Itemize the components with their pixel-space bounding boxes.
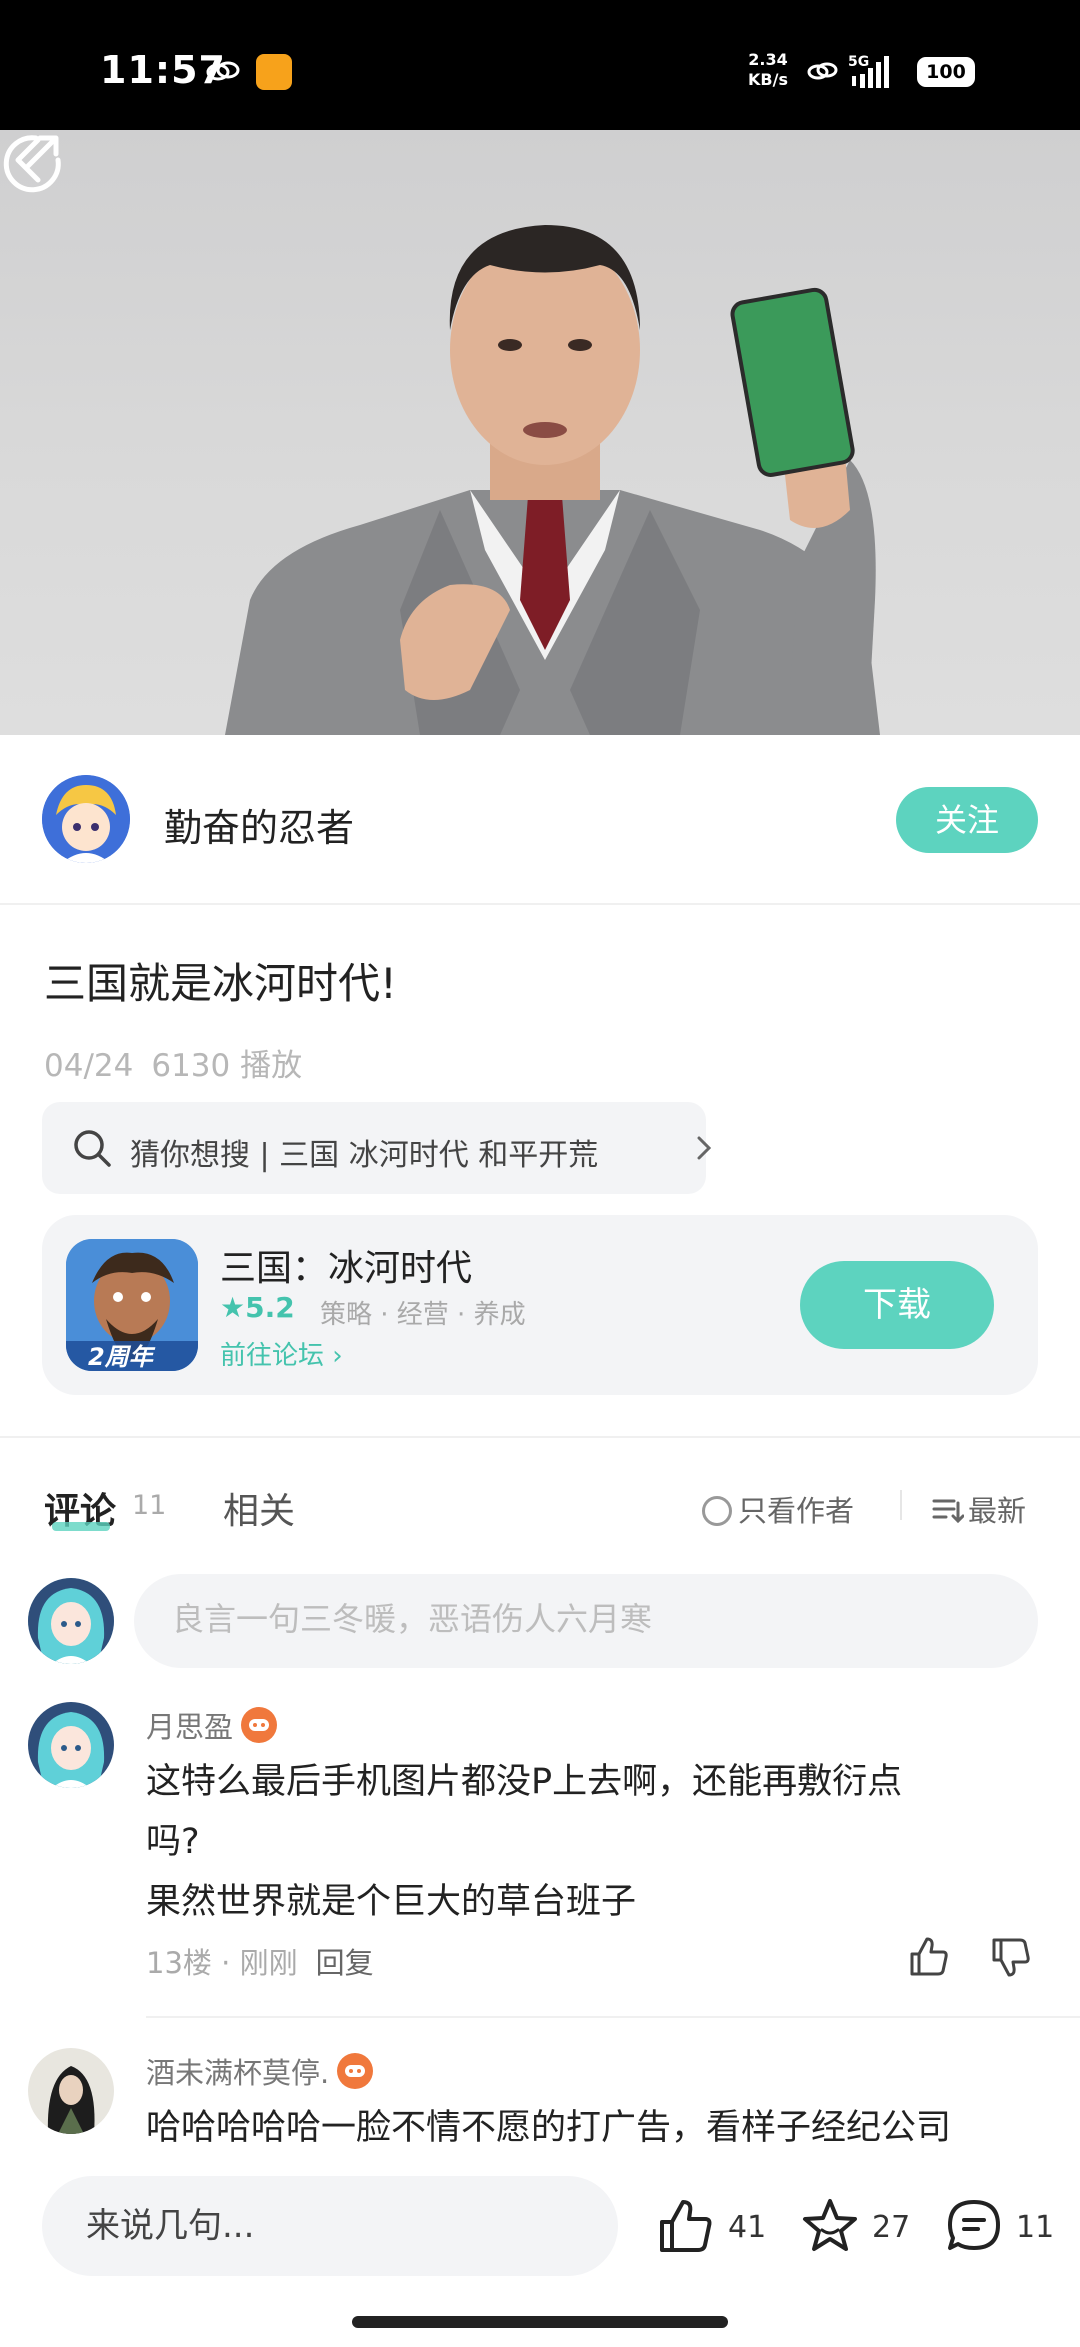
speed-value: 2.34 [748, 50, 788, 69]
favorite-button[interactable]: 27 [800, 2196, 910, 2256]
search-icon [74, 1130, 111, 1167]
comment-username[interactable]: 酒未满杯莫停. [146, 2050, 374, 2092]
only-author-label: 只看作者 [738, 1494, 855, 1528]
comment-count: 11 [1016, 2210, 1055, 2245]
comment-input-box[interactable] [134, 1574, 1038, 1668]
post-plays: 6130 播放 [151, 1048, 303, 1084]
like-count: 41 [728, 2210, 767, 2245]
link-icon [206, 61, 240, 81]
divider [900, 1490, 902, 1520]
comment-username-text: 酒未满杯莫停. [146, 2056, 330, 2090]
gamepad-badge-icon [241, 1707, 278, 1743]
anniversary-badge: 2周年 [88, 1343, 156, 1371]
speed-unit: KB/s [748, 70, 788, 89]
follow-button[interactable]: 关注 [896, 787, 1038, 853]
gamepad-badge-icon [337, 2053, 374, 2089]
app-tags: 策略 · 经营 · 养成 [320, 1300, 526, 1330]
favorite-count: 27 [872, 2210, 911, 2245]
current-user-avatar [28, 1578, 114, 1664]
app-notification-icon [256, 54, 292, 90]
home-indicator[interactable] [352, 2316, 728, 2328]
network-type: 5G [848, 54, 869, 70]
thumbs-up-icon [660, 2200, 712, 2252]
share-icon[interactable] [0, 130, 64, 194]
tab-related[interactable]: 相关 [223, 1482, 295, 1534]
post-date: 04/24 [44, 1048, 134, 1084]
video-frame-image [225, 225, 880, 735]
forum-link[interactable]: 前往论坛 › [220, 1335, 343, 1372]
post-meta: 04/24 6130 播放 [44, 1040, 320, 1085]
reply-button[interactable]: 回复 [316, 1946, 374, 1980]
battery-indicator: 100 [917, 57, 975, 87]
sort-icon [932, 1499, 965, 1524]
comments-button[interactable]: 11 [944, 2196, 1054, 2256]
search-suggestion-text: 猜你想搜 | 三国 冰河时代 和平开荒 [130, 1138, 599, 1173]
search-suggestion-chip[interactable]: 猜你想搜 | 三国 冰河时代 和平开荒 [42, 1102, 712, 1194]
like-button[interactable]: 41 [656, 2196, 766, 2256]
comment-meta: 13楼 · 刚刚 回复 [146, 1946, 374, 1980]
thumbs-up-icon[interactable] [906, 1934, 952, 1980]
comment-time: 刚刚 [239, 1946, 298, 1980]
only-author-toggle[interactable]: 只看作者 [702, 1488, 854, 1530]
comment-input[interactable] [172, 1600, 992, 1638]
comment-line: 这特么最后手机图片都没P上去啊，还能再敷衍点 [146, 1762, 903, 1802]
comment-text: 这特么最后手机图片都没P上去啊，还能再敷衍点 吗? 果然世界就是个巨大的草台班子 [146, 1752, 1006, 1932]
comment-line: 果然世界就是个巨大的草台班子 [146, 1882, 637, 1922]
chevron-right-icon [697, 1136, 712, 1160]
comment-bubble-icon [948, 2200, 1000, 2250]
author-row: 勤奋的忍者 关注 [0, 735, 1080, 905]
video-player[interactable] [0, 130, 1080, 735]
comment-username-text: 月思盈 [146, 1710, 234, 1744]
section-divider [0, 1436, 1080, 1438]
app-card[interactable]: 2周年 三国：冰河时代 ★5.2 策略 · 经营 · 养成 前往论坛 › 下载 [42, 1215, 1038, 1395]
download-button[interactable]: 下载 [800, 1261, 994, 1349]
app-rating: ★5.2 [220, 1291, 295, 1324]
bottom-action-bar: 来说几句... 41 27 11 [0, 2146, 1080, 2347]
comment-line: 哈哈哈哈哈一脸不情不愿的打广告，看样子经纪公司 [146, 2108, 952, 2146]
status-bar: 11:57 2.34 KB/s 5G 100 [0, 0, 1080, 130]
comment-username[interactable]: 月思盈 [146, 1704, 278, 1746]
comment-text: 哈哈哈哈哈一脸不情不愿的打广告，看样子经纪公司 [146, 2098, 1006, 2146]
comment-divider [146, 2016, 1080, 2018]
radio-icon [702, 1496, 732, 1526]
app-icon[interactable]: 2周年 [66, 1239, 198, 1371]
comment-floor: 13楼 [146, 1946, 212, 1980]
sort-label: 最新 [968, 1494, 1027, 1528]
network-speed: 2.34 KB/s [748, 50, 788, 90]
comments-count: 11 [132, 1490, 167, 1521]
app-name: 三国：冰河时代 [220, 1248, 473, 1289]
comment-avatar[interactable] [28, 1702, 114, 1788]
post-title: 三国就是冰河时代! [44, 959, 397, 1008]
comment-line: 吗? [146, 1822, 200, 1862]
star-icon [803, 2199, 857, 2251]
author-avatar[interactable] [42, 775, 130, 863]
author-name[interactable]: 勤奋的忍者 [164, 797, 354, 852]
sort-button[interactable]: 最新 [932, 1488, 1026, 1530]
thumbs-down-icon[interactable] [988, 1934, 1034, 1980]
active-tab-indicator [52, 1522, 110, 1531]
comment-avatar[interactable] [28, 2048, 114, 2134]
say-something-input[interactable]: 来说几句... [42, 2176, 618, 2276]
